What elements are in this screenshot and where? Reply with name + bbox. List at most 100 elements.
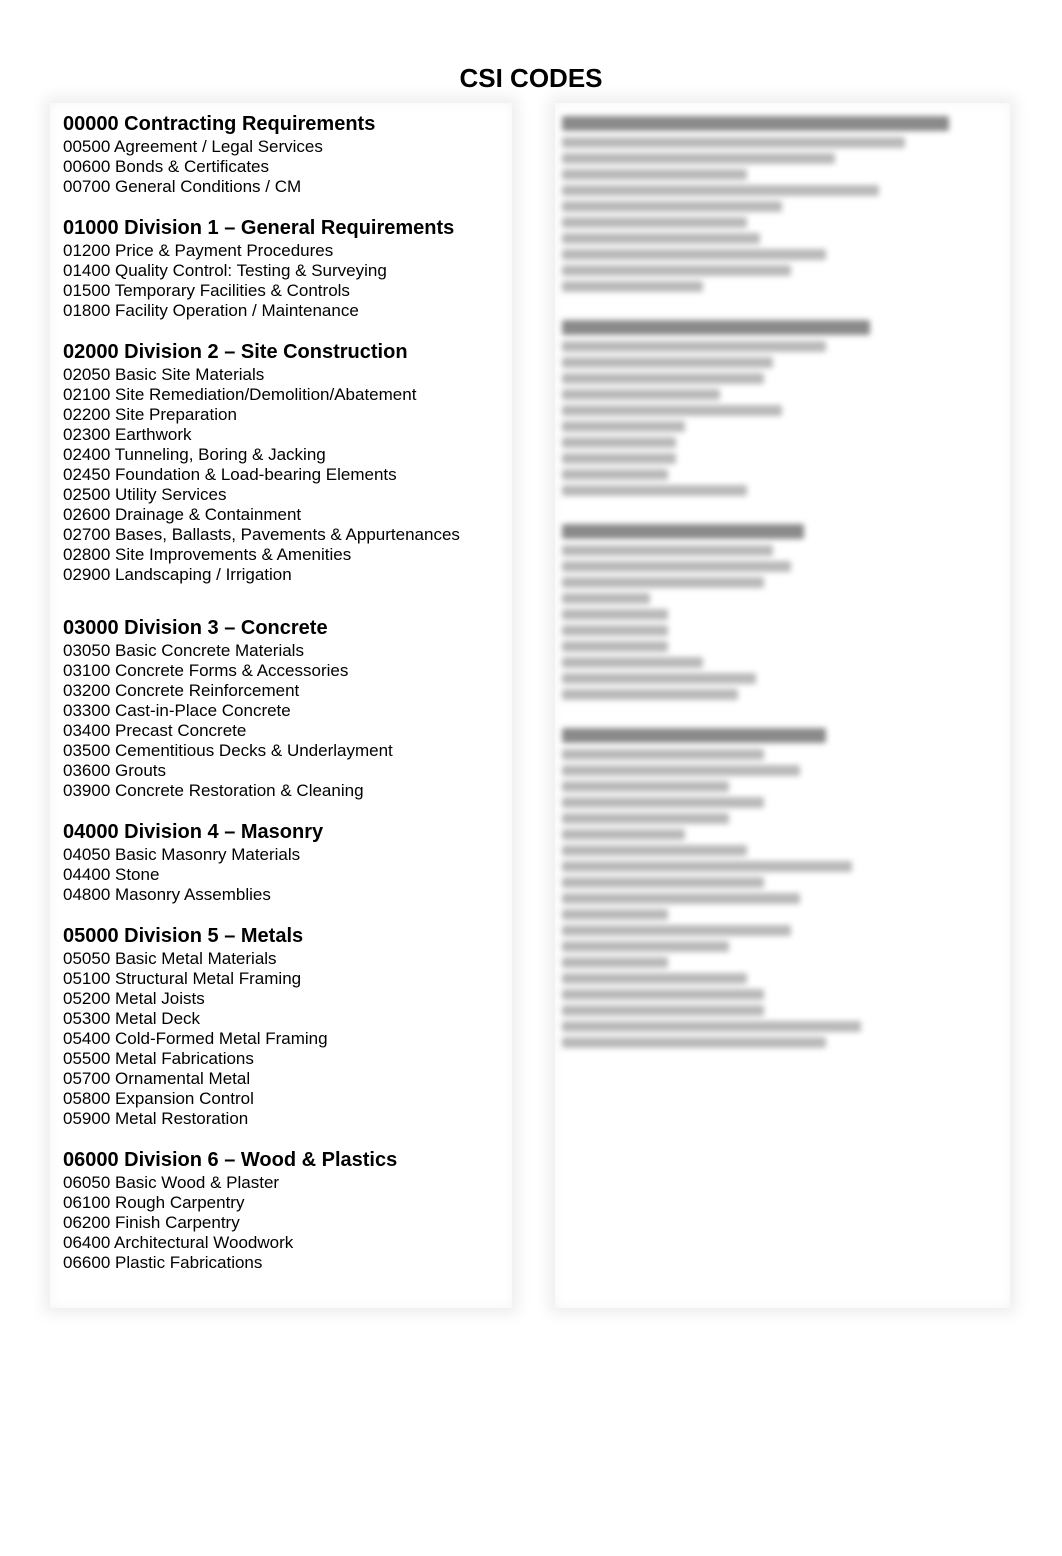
- blurred-line: [562, 341, 826, 352]
- blurred-line: [562, 453, 677, 464]
- page-title: CSI CODES: [459, 63, 603, 93]
- blurred-line: [562, 421, 686, 432]
- blurred-section: [562, 524, 1002, 700]
- blurred-line: [562, 233, 760, 244]
- code-item: 04400 Stone: [63, 865, 160, 884]
- code-item: 05200 Metal Joists: [63, 989, 205, 1008]
- code-item: 05050 Basic Metal Materials: [63, 949, 277, 968]
- csi-code-list: 00000 Contracting Requirements 00500 Agre…: [63, 111, 503, 1291]
- division-section: 04000 Division 4 – Masonry 04050 Basic Ma…: [63, 819, 503, 905]
- blurred-line: [562, 593, 650, 604]
- blurred-line: [562, 169, 747, 180]
- blurred-line: [562, 625, 668, 636]
- blurred-line: [562, 749, 765, 760]
- code-item: 05100 Structural Metal Framing: [63, 969, 302, 988]
- blurred-line: [562, 973, 747, 984]
- code-item: 00700 General Conditions / CM: [63, 177, 302, 196]
- division-section: 01000 Division 1 – General Requirements 0…: [63, 215, 503, 321]
- division-heading: 01000 Division 1 – General Requirements: [63, 217, 455, 239]
- blurred-section: [562, 320, 1002, 496]
- division-section: 00000 Contracting Requirements 00500 Agre…: [63, 111, 503, 197]
- blurred-line: [562, 797, 765, 808]
- code-item: 03050 Basic Concrete Materials: [63, 641, 304, 660]
- blurred-line: [562, 437, 677, 448]
- code-item: 05800 Expansion Control: [63, 1089, 254, 1108]
- blurred-content: [562, 112, 1002, 1076]
- blurred-line: [562, 673, 756, 684]
- code-item: 06200 Finish Carpentry: [63, 1213, 240, 1232]
- code-item: 03500 Cementitious Decks & Underlayment: [63, 741, 393, 760]
- blurred-line: [562, 357, 774, 368]
- code-item: 02600 Drainage & Containment: [63, 505, 302, 524]
- blurred-line: [562, 373, 765, 384]
- blurred-line: [562, 577, 765, 588]
- blurred-heading: [562, 524, 804, 539]
- code-item: 02400 Tunneling, Boring & Jacking: [63, 445, 326, 464]
- blurred-line: [562, 185, 879, 196]
- code-item: 02900 Landscaping / Irrigation: [63, 565, 292, 584]
- division-section: 05000 Division 5 – Metals 05050 Basic Met…: [63, 923, 503, 1129]
- code-item: 03400 Precast Concrete: [63, 721, 247, 740]
- division-section: 02000 Division 2 – Site Construction 0205…: [63, 339, 503, 585]
- code-item: 00600 Bonds & Certificates: [63, 157, 270, 176]
- code-item: 02200 Site Preparation: [63, 405, 237, 424]
- division-heading: 05000 Division 5 – Metals: [63, 925, 304, 947]
- blurred-line: [562, 877, 765, 888]
- code-item: 04050 Basic Masonry Materials: [63, 845, 301, 864]
- code-item: 01400 Quality Control: Testing & Surveyi…: [63, 261, 387, 280]
- code-item: 06400 Architectural Woodwork: [63, 1233, 294, 1252]
- code-item: 04800 Masonry Assemblies: [63, 885, 271, 904]
- blurred-line: [562, 389, 721, 400]
- blurred-heading: [562, 728, 826, 743]
- code-item: 01200 Price & Payment Procedures: [63, 241, 334, 260]
- code-item: 05900 Metal Restoration: [63, 1109, 249, 1128]
- code-item: 06600 Plastic Fabrications: [63, 1253, 263, 1272]
- blurred-section: [562, 116, 1002, 292]
- blurred-line: [562, 249, 826, 260]
- code-item: 05400 Cold-Formed Metal Framing: [63, 1029, 328, 1048]
- blurred-line: [562, 909, 668, 920]
- blurred-line: [562, 469, 668, 480]
- blurred-section: [562, 728, 1002, 1048]
- blurred-heading: [562, 320, 870, 335]
- blurred-line: [562, 813, 730, 824]
- blurred-line: [562, 545, 774, 556]
- code-item: 03200 Concrete Reinforcement: [63, 681, 300, 700]
- code-item: 05300 Metal Deck: [63, 1009, 201, 1028]
- blurred-line: [562, 153, 835, 164]
- blurred-line: [562, 829, 686, 840]
- code-item: 02050 Basic Site Materials: [63, 365, 265, 384]
- code-item: 05700 Ornamental Metal: [63, 1069, 251, 1088]
- blurred-line: [562, 1005, 765, 1016]
- blurred-line: [562, 657, 703, 668]
- code-item: 06050 Basic Wood & Plaster: [63, 1173, 280, 1192]
- blurred-line: [562, 925, 791, 936]
- blurred-line: [562, 405, 782, 416]
- blurred-line: [562, 201, 782, 212]
- blurred-line: [562, 941, 730, 952]
- blurred-line: [562, 845, 747, 856]
- blurred-line: [562, 137, 906, 148]
- division-heading: 03000 Division 3 – Concrete: [63, 617, 328, 639]
- code-item: 05500 Metal Fabrications: [63, 1049, 254, 1068]
- blurred-heading: [562, 116, 950, 131]
- code-item: 02800 Site Improvements & Amenities: [63, 545, 352, 564]
- code-item: 03600 Grouts: [63, 761, 167, 780]
- blurred-line: [562, 561, 791, 572]
- blurred-line: [562, 893, 800, 904]
- code-item: 01800 Facility Operation / Maintenance: [63, 301, 359, 320]
- code-item: 00500 Agreement / Legal Services: [63, 137, 323, 156]
- code-item: 02100 Site Remediation/Demolition/Abatem…: [63, 385, 417, 404]
- blurred-line: [562, 265, 791, 276]
- code-item: 03300 Cast-in-Place Concrete: [63, 701, 291, 720]
- blurred-line: [562, 765, 800, 776]
- blurred-line: [562, 1021, 862, 1032]
- code-item: 02300 Earthwork: [63, 425, 192, 444]
- division-section: 06000 Division 6 – Wood & Plastics 06050 …: [63, 1147, 503, 1273]
- blurred-line: [562, 485, 747, 496]
- blurred-line: [562, 641, 668, 652]
- blurred-line: [562, 861, 853, 872]
- blurred-line: [562, 957, 668, 968]
- division-section: 03000 Division 3 – Concrete 03050 Basic C…: [63, 615, 503, 801]
- code-item: 06100 Rough Carpentry: [63, 1193, 245, 1212]
